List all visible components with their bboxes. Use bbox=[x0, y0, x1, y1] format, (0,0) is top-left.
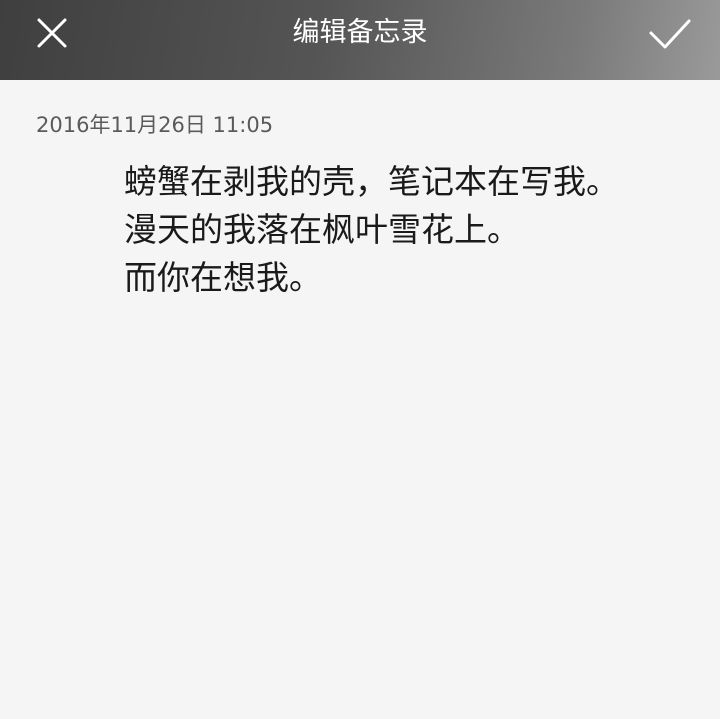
note-text-area[interactable]: 螃蟹在剥我的壳，笔记本在写我。 漫天的我落在枫叶雪花上。 而你在想我。 bbox=[124, 158, 684, 302]
page-title: 编辑备忘录 bbox=[292, 17, 428, 48]
note-line: 漫天的我落在枫叶雪花上。 bbox=[124, 210, 520, 249]
note-line: 螃蟹在剥我的壳，笔记本在写我。 bbox=[124, 162, 619, 201]
note-editor-screen: 编辑备忘录 2016年11月26日 11:05 螃蟹在剥我的壳，笔记本在写我。 … bbox=[0, 0, 720, 719]
note-timestamp: 2016年11月26日 11:05 bbox=[36, 113, 274, 137]
confirm-button[interactable] bbox=[638, 11, 702, 69]
checkmark-icon bbox=[649, 19, 691, 49]
note-line: 而你在想我。 bbox=[124, 258, 322, 297]
top-bar: 编辑备忘录 bbox=[0, 0, 720, 80]
